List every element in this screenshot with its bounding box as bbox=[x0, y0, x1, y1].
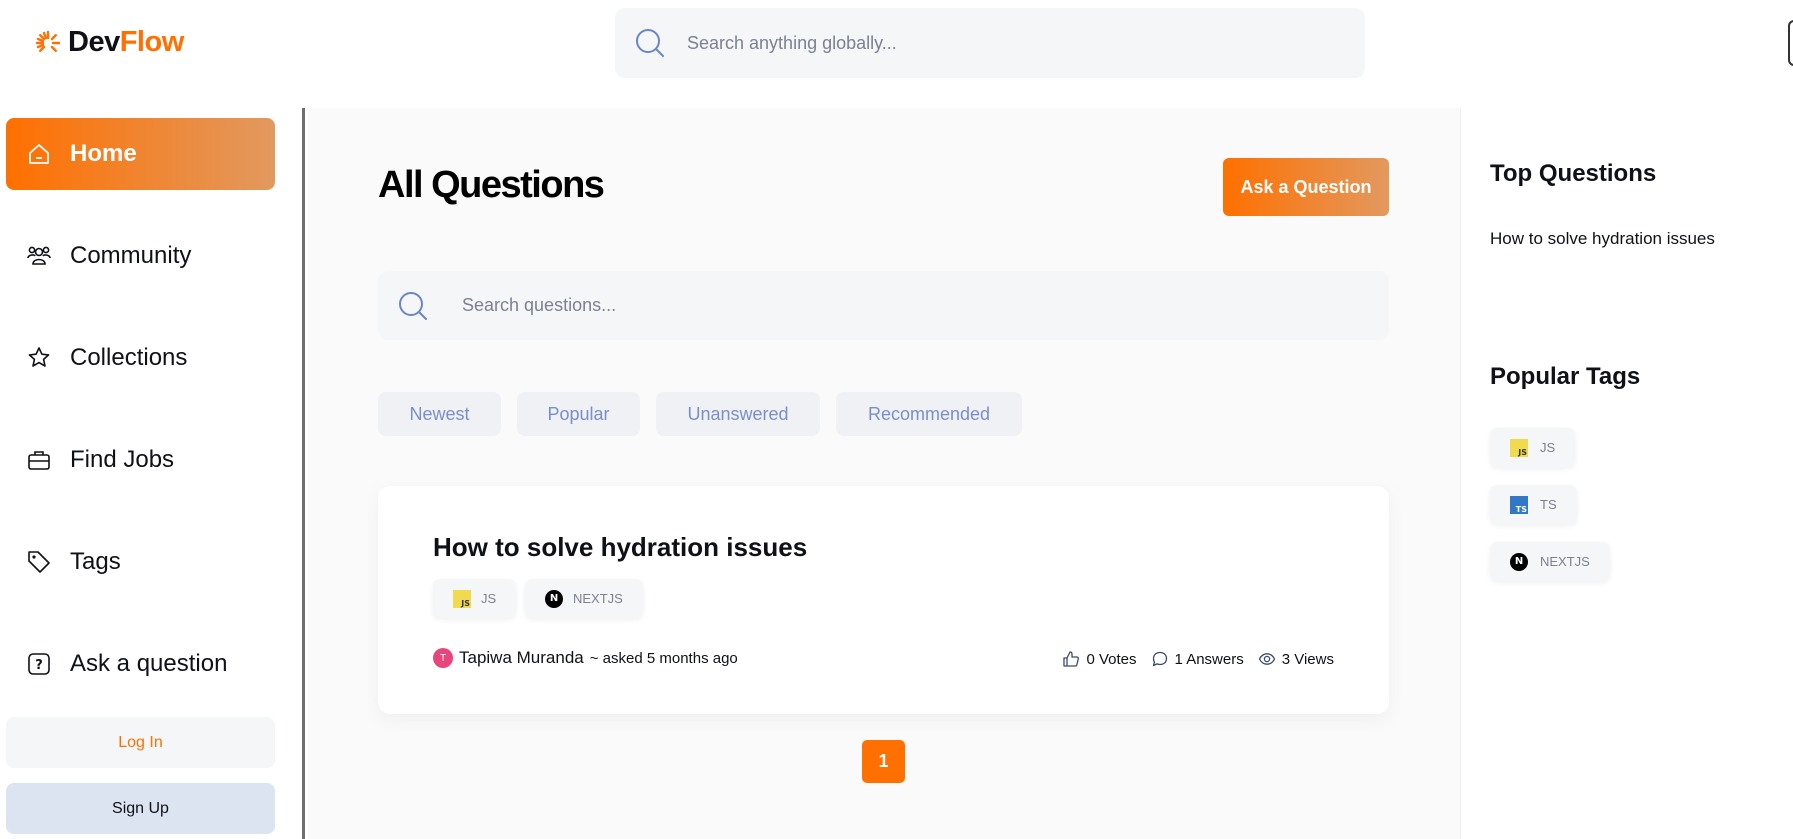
filter-popular[interactable]: Popular bbox=[517, 392, 640, 436]
popular-tags-title: Popular Tags bbox=[1490, 363, 1641, 390]
tag-label: JS bbox=[1540, 440, 1556, 455]
votes-count: 0 Votes bbox=[1086, 650, 1137, 668]
home-icon bbox=[29, 144, 49, 164]
sidebar-item-label: Find Jobs bbox=[70, 446, 175, 473]
star-icon bbox=[28, 347, 50, 367]
ask-question-button[interactable]: Ask a Question bbox=[1223, 158, 1389, 216]
comment-icon bbox=[1152, 651, 1167, 667]
tag-label: JS bbox=[481, 591, 497, 606]
filter-newest[interactable]: Newest bbox=[378, 392, 501, 436]
sidebar-item-find-jobs[interactable]: Find Jobs bbox=[6, 424, 275, 496]
svg-text:?: ? bbox=[35, 658, 43, 673]
search-icon bbox=[399, 291, 427, 320]
asked-time: ~ asked 5 months ago bbox=[589, 649, 738, 667]
eye-icon bbox=[1258, 653, 1275, 665]
briefcase-icon bbox=[28, 451, 50, 470]
brand-name: DevFlow bbox=[68, 26, 184, 59]
sidebar-item-label: Community bbox=[70, 242, 192, 269]
login-button[interactable]: Log In bbox=[6, 717, 275, 768]
votes-metric: 0 Votes bbox=[1062, 650, 1137, 668]
sunburst-logo-icon bbox=[35, 30, 61, 52]
main-content: All Questions Ask a Question Newest Popu… bbox=[308, 108, 1460, 839]
top-question-link[interactable]: How to solve hydration issues bbox=[1490, 229, 1715, 249]
signup-button[interactable]: Sign Up bbox=[6, 783, 275, 834]
sidebar-item-home[interactable]: Home bbox=[6, 118, 275, 190]
global-search-bar[interactable] bbox=[615, 8, 1365, 78]
top-questions-title: Top Questions bbox=[1490, 160, 1657, 187]
question-title[interactable]: How to solve hydration issues bbox=[433, 532, 807, 563]
brand-name-dev: Dev bbox=[68, 26, 120, 58]
question-author[interactable]: T Tapiwa Muranda ~ asked 5 months ago bbox=[433, 648, 738, 668]
filter-unanswered[interactable]: Unanswered bbox=[656, 392, 820, 436]
tag-icon bbox=[28, 551, 50, 573]
question-metrics: 0 Votes 1 Answers 3 Views bbox=[1062, 650, 1334, 668]
sidebar-item-label: Home bbox=[70, 140, 137, 167]
author-name[interactable]: Tapiwa Muranda bbox=[459, 648, 584, 668]
question-search-input[interactable] bbox=[462, 295, 1062, 316]
tag-label: NEXTJS bbox=[573, 591, 623, 606]
views-metric: 3 Views bbox=[1258, 650, 1334, 668]
page-title: All Questions bbox=[378, 164, 605, 206]
question-icon: ? bbox=[28, 653, 50, 675]
question-card[interactable]: How to solve hydration issues JS JS N NE… bbox=[378, 486, 1389, 714]
question-tag-nextjs[interactable]: N NEXTJS bbox=[525, 579, 643, 618]
question-search-bar[interactable] bbox=[378, 271, 1389, 340]
profile-menu-edge[interactable] bbox=[1788, 20, 1793, 66]
users-icon bbox=[27, 246, 51, 265]
tag-label: TS bbox=[1540, 497, 1557, 512]
filter-recommended[interactable]: Recommended bbox=[836, 392, 1022, 436]
tag-label: NEXTJS bbox=[1540, 554, 1590, 569]
avatar: T bbox=[433, 648, 453, 668]
nextjs-icon: N bbox=[1510, 552, 1528, 571]
pagination-page[interactable]: 1 bbox=[862, 740, 905, 783]
javascript-icon: JS bbox=[1510, 438, 1528, 457]
popular-tag-nextjs[interactable]: N NEXTJS bbox=[1490, 542, 1610, 581]
sidebar-item-label: Ask a question bbox=[70, 650, 228, 677]
left-sidebar: Home Community Collections Find Jobs Tag… bbox=[0, 108, 305, 839]
right-sidebar: Top Questions How to solve hydration iss… bbox=[1460, 108, 1793, 839]
sidebar-item-tags[interactable]: Tags bbox=[6, 526, 275, 598]
typescript-icon: TS bbox=[1510, 495, 1528, 514]
top-navbar: DevFlow bbox=[0, 0, 1793, 108]
sidebar-item-label: Tags bbox=[70, 548, 121, 575]
sidebar-item-ask-question[interactable]: ? Ask a question bbox=[6, 628, 275, 700]
search-icon bbox=[636, 29, 664, 57]
question-tag-js[interactable]: JS JS bbox=[433, 579, 517, 618]
logo[interactable]: DevFlow bbox=[34, 26, 184, 59]
javascript-icon: JS bbox=[453, 589, 471, 608]
sidebar-item-community[interactable]: Community bbox=[6, 220, 275, 292]
sidebar-item-label: Collections bbox=[70, 344, 188, 371]
thumbs-up-icon bbox=[1063, 651, 1080, 667]
global-search-input[interactable] bbox=[687, 32, 1287, 54]
brand-name-flow: Flow bbox=[119, 26, 185, 58]
views-count: 3 Views bbox=[1281, 650, 1334, 668]
answers-count: 1 Answers bbox=[1174, 650, 1244, 668]
answers-metric: 1 Answers bbox=[1151, 650, 1244, 668]
popular-tag-js[interactable]: JS JS bbox=[1490, 428, 1576, 467]
popular-tag-ts[interactable]: TS TS bbox=[1490, 485, 1577, 524]
sidebar-item-collections[interactable]: Collections bbox=[6, 322, 275, 394]
nextjs-icon: N bbox=[545, 589, 563, 608]
